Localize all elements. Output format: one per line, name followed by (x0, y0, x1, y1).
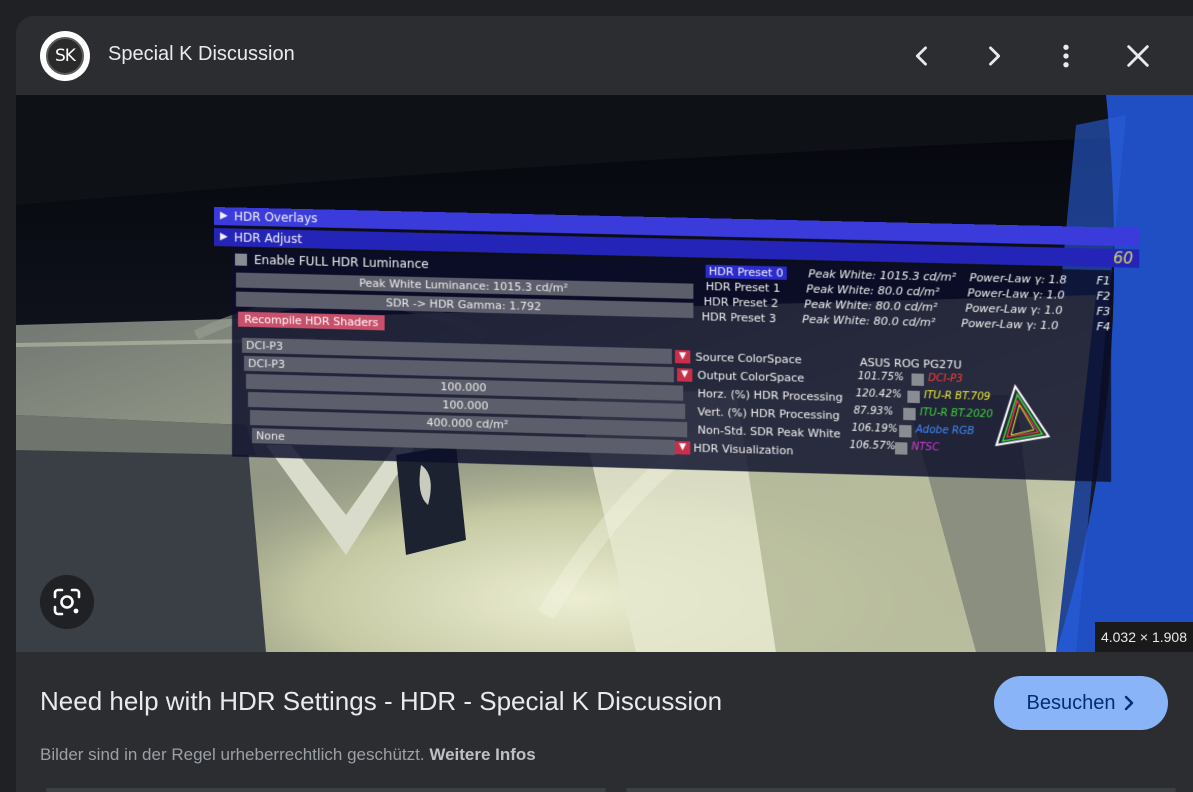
gamut-checkbox (894, 442, 908, 455)
lens-icon (53, 588, 81, 616)
image-title[interactable]: Need help with HDR Settings - HDR - Spec… (40, 686, 722, 717)
chevron-right-icon (1125, 695, 1134, 711)
horz-processing-label: Horz. (%) HDR Processing (697, 386, 843, 405)
sdr-peak-white-label: Non-Std. SDR Peak White (697, 423, 841, 441)
gamut-pct-709: 120.42% (855, 388, 902, 401)
visit-button[interactable]: Besuchen (994, 676, 1168, 730)
hdr-adjust-body: Enable FULL HDR Luminance Peak White Lum… (231, 249, 1112, 482)
more-vert-icon (1063, 44, 1069, 68)
site-logo-text: SK (46, 37, 84, 75)
gamut-pct-ntsc: 106.57% (849, 439, 896, 453)
close-button[interactable] (1118, 36, 1158, 76)
preset-0-name: HDR Preset 0 (705, 264, 787, 280)
related-images-edge (46, 788, 1176, 792)
more-info-link[interactable]: Weitere Infos (429, 745, 535, 764)
google-lens-button[interactable] (40, 575, 94, 629)
preset-2-key: F3 (1096, 304, 1111, 319)
gamut-name-adobe: Adobe RGB (915, 424, 975, 438)
site-name[interactable]: Special K Discussion (108, 43, 295, 66)
fps-counter: 60 (1113, 248, 1134, 268)
copyright-text: Bilder sind in der Regel urheberrechtlic… (40, 745, 425, 764)
recompile-shaders-button: Recompile HDR Shaders (237, 311, 385, 331)
gamut-pct-adobe: 106.19% (851, 422, 898, 436)
enable-full-label: Enable FULL HDR Luminance (254, 252, 429, 272)
gamut-pct-2020: 87.93% (853, 405, 894, 418)
close-icon (1127, 45, 1149, 67)
vert-processing-label: Vert. (%) HDR Processing (697, 405, 840, 423)
dropdown-arrow-icon: ▼ (674, 441, 691, 455)
image-dimensions: 4.032 × 1.908 (1094, 622, 1193, 652)
more-options-button[interactable] (1046, 36, 1086, 76)
preset-2-peak: Peak White: 80.0 cd/m² (804, 297, 938, 315)
preset-3-peak: Peak White: 80.0 cd/m² (802, 312, 936, 330)
triangle-right-icon: ▶ (219, 231, 228, 243)
output-colorspace-label: Output ColorSpace (697, 368, 805, 385)
gamut-name-709: ITU-R BT.709 (923, 390, 991, 404)
gamut-checkbox (903, 407, 916, 421)
preview-header: SK Special K Discussion (16, 16, 1193, 95)
preset-3-key: F4 (1096, 320, 1111, 334)
preset-0-peak: Peak White: 1015.3 cd/m² (808, 267, 957, 284)
gamut-name-dci: DCI-P3 (928, 372, 963, 385)
monitor-name: ASUS ROG PG27U (859, 355, 962, 372)
chevron-right-icon (989, 46, 1001, 66)
site-logo[interactable]: SK (40, 31, 90, 81)
gamut-name-ntsc: NTSC (911, 441, 940, 454)
triangle-right-icon: ▶ (219, 210, 228, 222)
gamut-pct-dci: 101.75% (857, 370, 904, 384)
previous-button[interactable] (902, 36, 942, 76)
source-colorspace-label: Source ColorSpace (695, 350, 802, 367)
preset-0-key: F1 (1096, 274, 1111, 288)
dropdown-arrow-icon: ▼ (674, 349, 691, 364)
dropdown-arrow-icon: ▼ (677, 368, 693, 382)
preset-3-power: Power-Law γ: 1.0 (961, 316, 1059, 333)
preset-3-name: HDR Preset 3 (701, 310, 777, 326)
gamut-checkbox (907, 390, 920, 404)
top-strip (0, 0, 1193, 16)
copyright-notice: Bilder sind in der Regel urheberrechtlic… (40, 745, 536, 765)
preset-1-name: HDR Preset 1 (705, 279, 781, 295)
gamut-name-2020: ITU-R BT.2020 (919, 407, 993, 421)
hdr-visualization-label: HDR Visualization (693, 441, 794, 458)
image-preview-panel: SK Special K Discussion ▶ HDR Overlays ▶… (16, 16, 1193, 792)
preset-2-name: HDR Preset 2 (703, 295, 779, 311)
visit-button-label: Besuchen (1026, 691, 1116, 714)
gamut-triangle-icon (994, 382, 1052, 451)
preset-2-power: Power-Law γ: 1.0 (965, 301, 1063, 318)
preset-1-key: F2 (1096, 289, 1111, 304)
gamut-checkbox (899, 424, 912, 438)
next-button[interactable] (974, 36, 1014, 76)
preset-1-power: Power-Law γ: 1.0 (967, 286, 1065, 302)
preset-1-peak: Peak White: 80.0 cd/m² (806, 282, 940, 299)
gamut-checkbox (911, 373, 924, 386)
enable-full-checkbox (234, 253, 248, 266)
chevron-left-icon (915, 46, 927, 66)
hdr-overlay: ▶ HDR Overlays ▶ HDR Adjust 60 Enable FU… (214, 207, 1145, 484)
preset-0-power: Power-Law γ: 1.8 (969, 271, 1067, 287)
preview-image[interactable]: ▶ HDR Overlays ▶ HDR Adjust 60 Enable FU… (16, 95, 1193, 652)
